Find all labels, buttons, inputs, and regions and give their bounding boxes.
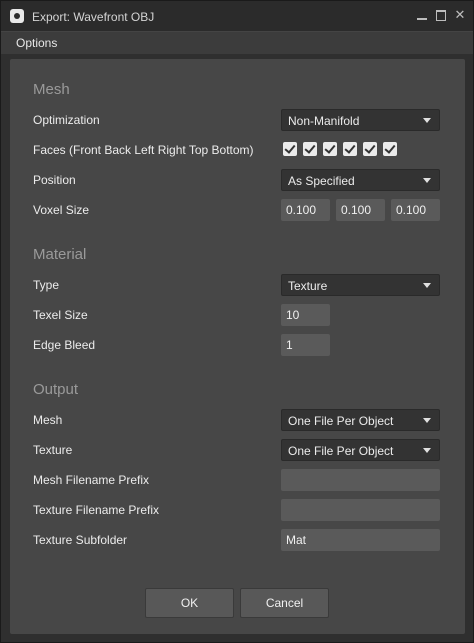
minimize-button[interactable] [415,8,429,22]
maximize-button[interactable] [434,8,448,22]
menu-options[interactable]: Options [16,36,57,50]
output-texture-value: One File Per Object [288,444,394,458]
voxel-size-x-field[interactable]: 0.100 [281,199,330,221]
position-dropdown[interactable]: As Specified [281,169,440,191]
texture-prefix-field[interactable] [281,499,440,521]
face-right-checkbox[interactable] [343,142,357,156]
voxel-size-y-field[interactable]: 0.100 [336,199,385,221]
chevron-down-icon [423,283,431,288]
type-label: Type [33,278,60,292]
chevron-down-icon [423,118,431,123]
texture-subfolder-field[interactable]: Mat [281,529,440,551]
optimization-value: Non-Manifold [288,114,360,128]
minimize-icon [417,18,427,20]
voxel-size-z-value: 0.100 [396,203,427,217]
title-bar[interactable]: Export: Wavefront OBJ ✕ [1,1,473,31]
texel-size-label: Texel Size [33,308,88,322]
face-left-checkbox[interactable] [323,142,337,156]
chevron-down-icon [423,178,431,183]
faces-label: Faces (Front Back Left Right Top Bottom) [33,143,254,157]
export-dialog: Export: Wavefront OBJ ✕ Options Mesh Opt… [0,0,474,643]
edge-bleed-label: Edge Bleed [33,338,96,352]
type-value: Texture [288,279,328,293]
face-back-checkbox[interactable] [303,142,317,156]
optimization-dropdown[interactable]: Non-Manifold [281,109,440,131]
voxel-size-z-field[interactable]: 0.100 [391,199,440,221]
close-button[interactable]: ✕ [453,8,467,22]
texel-size-field[interactable]: 10 [281,304,330,326]
chevron-down-icon [423,448,431,453]
voxel-size-label: Voxel Size [33,203,90,217]
voxel-size-y-value: 0.100 [341,203,372,217]
optimization-label: Optimization [33,113,100,127]
texture-subfolder-value: Mat [286,533,307,547]
position-value: As Specified [288,174,355,188]
face-front-checkbox[interactable] [283,142,297,156]
voxel-size-x-value: 0.100 [286,203,317,217]
output-texture-dropdown[interactable]: One File Per Object [281,439,440,461]
edge-bleed-field[interactable]: 1 [281,334,330,356]
type-dropdown[interactable]: Texture [281,274,440,296]
face-bottom-checkbox[interactable] [383,142,397,156]
section-heading-output: Output [33,381,79,398]
section-heading-mesh: Mesh [33,81,70,98]
chevron-down-icon [423,418,431,423]
edge-bleed-value: 1 [286,338,293,352]
output-mesh-value: One File Per Object [288,414,394,428]
mesh-prefix-field[interactable] [281,469,440,491]
texture-prefix-label: Texture Filename Prefix [33,503,160,517]
menu-bar: Options [1,31,473,54]
window-title: Export: Wavefront OBJ [32,10,155,24]
output-texture-label: Texture [33,443,73,457]
mesh-prefix-label: Mesh Filename Prefix [33,473,150,487]
texture-subfolder-label: Texture Subfolder [33,533,128,547]
cancel-button[interactable]: Cancel [240,588,329,618]
ok-button[interactable]: OK [145,588,234,618]
position-label: Position [33,173,76,187]
face-top-checkbox[interactable] [363,142,377,156]
maximize-icon [436,9,446,21]
section-heading-material: Material [33,246,87,263]
output-mesh-dropdown[interactable]: One File Per Object [281,409,440,431]
close-icon: ✕ [454,7,466,22]
texel-size-value: 10 [286,308,300,322]
output-mesh-label: Mesh [33,413,63,427]
app-logo-icon [10,9,24,23]
